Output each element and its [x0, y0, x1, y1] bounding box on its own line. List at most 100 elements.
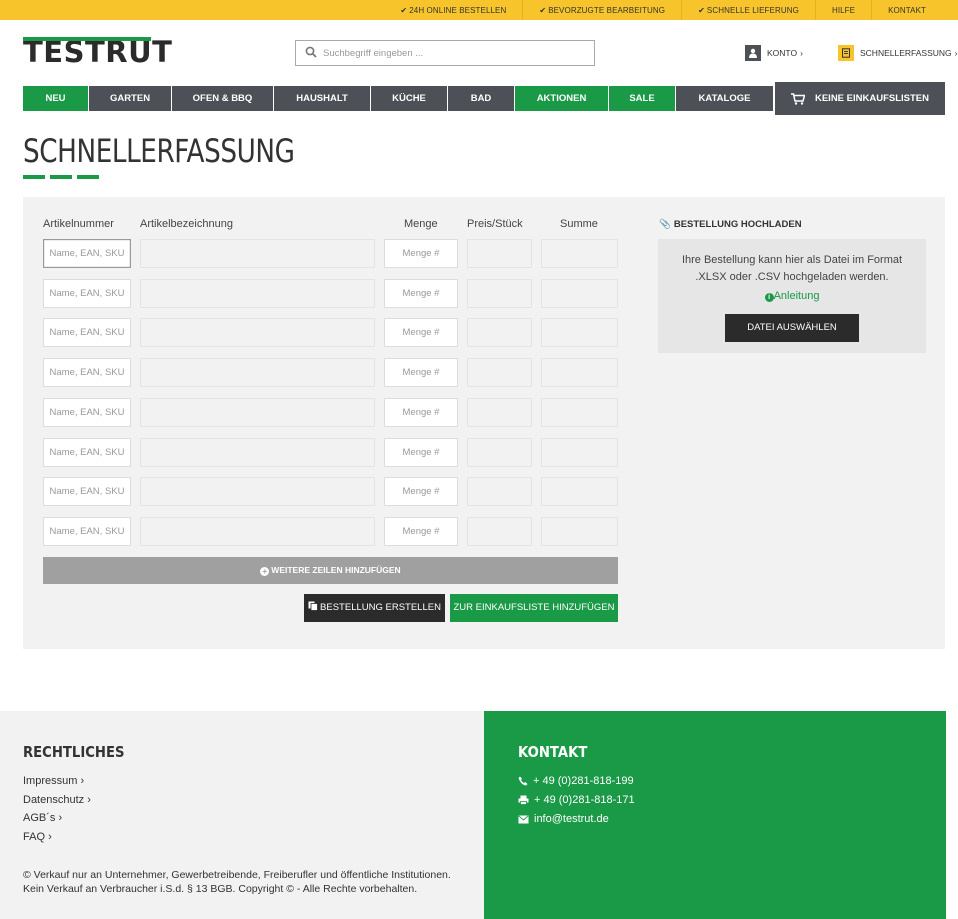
topbar-link-online-order[interactable]: ✔ 24H ONLINE BESTELLEN: [384, 0, 522, 20]
instructions-link[interactable]: i Anleitung: [658, 290, 926, 302]
description-cell: [140, 239, 375, 268]
column-header-article-number: Artikelnummer: [43, 218, 114, 230]
sum-cell: [541, 477, 618, 506]
create-order-button[interactable]: BESTELLUNG ERSTELLEN: [304, 594, 445, 622]
instructions-label: Anleitung: [773, 290, 820, 302]
article-number-input[interactable]: Name, EAN, SKU: [43, 517, 131, 546]
column-header-quantity: Menge: [404, 218, 438, 230]
footer-phone[interactable]: + 49 (0)281-818-199: [518, 775, 634, 787]
nav-item-neu[interactable]: NEU: [23, 86, 89, 111]
article-number-input[interactable]: Name, EAN, SKU: [43, 477, 131, 506]
quantity-input[interactable]: Menge #: [384, 517, 458, 546]
copy-icon: [308, 595, 318, 623]
description-cell: [140, 517, 375, 546]
article-number-input[interactable]: Name, EAN, SKU: [43, 358, 131, 387]
footer-link-label: AGB´s: [23, 812, 56, 824]
upload-description: Ihre Bestellung kann hier als Datei im F…: [681, 254, 903, 283]
footer-link-label: Impressum: [23, 775, 78, 787]
quantity-input[interactable]: Menge #: [384, 279, 458, 308]
shopping-list-button[interactable]: KEINE EINKAUFSLISTEN: [775, 82, 945, 115]
price-cell: [467, 318, 532, 347]
quantity-input[interactable]: Menge #: [384, 477, 458, 506]
footer-fax[interactable]: + 49 (0)281-818-171: [518, 794, 635, 806]
column-header-price: Preis/Stück: [467, 218, 523, 230]
nav-item-bad[interactable]: BAD: [448, 86, 515, 111]
quantity-input[interactable]: Menge #: [384, 438, 458, 467]
footer-link-faq[interactable]: FAQ ›: [23, 831, 52, 843]
price-cell: [467, 477, 532, 506]
quantity-input[interactable]: Menge #: [384, 358, 458, 387]
check-icon: ✔: [400, 6, 408, 15]
user-icon: [745, 45, 761, 61]
sum-cell: [541, 318, 618, 347]
choose-file-button[interactable]: DATEI AUSWÄHLEN: [725, 314, 859, 342]
email-address: info@testrut.de: [534, 813, 609, 825]
logo[interactable]: TESTRUT: [23, 38, 172, 67]
sum-cell: [541, 398, 618, 427]
article-number-input[interactable]: Name, EAN, SKU: [43, 438, 131, 467]
footer-link-label: FAQ: [23, 831, 46, 843]
nav-item-aktionen[interactable]: AKTIONEN: [515, 86, 609, 111]
footer-link-agb[interactable]: AGB´s ›: [23, 812, 62, 824]
price-cell: [467, 517, 532, 546]
chevron-right-icon: ›: [48, 831, 52, 843]
add-to-shopping-list-button[interactable]: ZUR EINKAUFSLISTE HINZUFÜGEN: [450, 594, 618, 622]
description-cell: [140, 477, 375, 506]
sum-cell: [541, 358, 618, 387]
add-rows-label: WEITERE ZEILEN HINZUFÜGEN: [271, 565, 401, 575]
footer-link-datenschutz[interactable]: Datenschutz ›: [23, 794, 91, 806]
quickorder-label: SCHNELLERFASSUNG: [860, 48, 952, 58]
account-label: KONTO: [767, 48, 798, 58]
document-icon: [838, 45, 854, 61]
article-number-input[interactable]: Name, EAN, SKU: [43, 398, 131, 427]
sum-cell: [541, 517, 618, 546]
nav-item-sale[interactable]: SALE: [609, 86, 676, 111]
footer-legal-heading: RECHTLICHES: [23, 743, 125, 761]
nav-item-garten[interactable]: GARTEN: [89, 86, 172, 111]
topbar-link-priority[interactable]: ✔ BEVORZUGTE BEARBEITUNG: [522, 0, 681, 20]
topbar-link-label: SCHNELLE LIEFERUNG: [706, 6, 799, 15]
article-number-input[interactable]: Name, EAN, SKU: [43, 279, 131, 308]
upload-heading-label: BESTELLUNG HOCHLADEN: [673, 219, 802, 230]
article-number-input[interactable]: Name, EAN, SKU: [43, 318, 131, 347]
page-title: SCHNELLERFASSUNG: [23, 132, 295, 170]
upload-heading: 📎 BESTELLUNG HOCHLADEN: [659, 219, 802, 230]
footer-email[interactable]: info@testrut.de: [518, 813, 609, 825]
chevron-right-icon: ›: [58, 812, 63, 824]
quickorder-link[interactable]: SCHNELLERFASSUNG ›: [838, 45, 957, 61]
add-rows-button[interactable]: + WEITERE ZEILEN HINZUFÜGEN: [43, 557, 618, 584]
description-cell: [140, 318, 375, 347]
topbar-link-label: 24H ONLINE BESTELLEN: [409, 6, 507, 15]
printer-icon: [518, 795, 529, 805]
create-order-label: BESTELLUNG ERSTELLEN: [320, 602, 441, 613]
chevron-right-icon: ›: [80, 775, 85, 787]
chevron-right-icon: ›: [800, 48, 803, 58]
chevron-right-icon: ›: [87, 794, 91, 806]
quantity-input[interactable]: Menge #: [384, 239, 458, 268]
article-number-input[interactable]: Name, EAN, SKU: [43, 239, 131, 268]
footer-link-impressum[interactable]: Impressum ›: [23, 775, 84, 787]
description-cell: [140, 279, 375, 308]
envelope-icon: [518, 814, 529, 823]
topbar-link-help[interactable]: HILFE: [814, 0, 871, 20]
nav-item-haushalt[interactable]: HAUSHALT: [274, 86, 371, 111]
nav-item-kueche[interactable]: KÜCHE: [371, 86, 448, 111]
topbar-link-contact[interactable]: KONTAKT: [871, 0, 942, 20]
price-cell: [467, 358, 532, 387]
search-box[interactable]: Suchbegriff eingeben ...: [295, 40, 595, 66]
phone-number: + 49 (0)281-818-199: [533, 775, 634, 787]
nav-item-ofen-bbq[interactable]: OFEN & BBQ: [172, 86, 274, 111]
price-cell: [467, 438, 532, 467]
quantity-input[interactable]: Menge #: [384, 398, 458, 427]
search-input[interactable]: Suchbegriff eingeben ...: [323, 41, 423, 66]
quantity-input[interactable]: Menge #: [384, 318, 458, 347]
price-cell: [467, 239, 532, 268]
account-link[interactable]: KONTO ›: [745, 45, 803, 61]
nav-item-kataloge[interactable]: KATALOGE: [676, 86, 773, 111]
description-cell: [140, 398, 375, 427]
topbar-link-fast-delivery[interactable]: ✔ SCHNELLE LIEFERUNG: [681, 0, 815, 20]
sum-cell: [541, 239, 618, 268]
phone-icon: [518, 776, 528, 786]
footer-contact-heading: KONTAKT: [518, 743, 588, 761]
chevron-right-icon: ›: [954, 48, 958, 58]
